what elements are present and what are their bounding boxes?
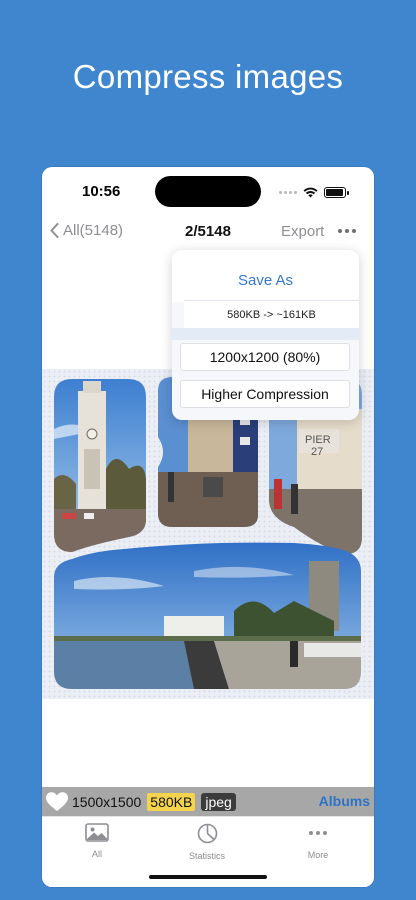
higher-compression-button[interactable]: Higher Compression <box>180 380 350 408</box>
tab-more-label: More <box>307 850 329 860</box>
battery-icon <box>324 186 349 198</box>
wifi-icon <box>303 187 318 197</box>
more-dot <box>352 229 356 233</box>
svg-text:27: 27 <box>311 446 323 458</box>
image-info-bar: 1500x1500 580KB jpeg Albums <box>42 787 374 816</box>
home-indicator <box>149 875 267 879</box>
more-menu-button[interactable] <box>338 229 356 233</box>
photo-waterfront[interactable] <box>54 541 361 689</box>
tab-all[interactable]: All <box>57 823 137 859</box>
more-dot <box>338 229 342 233</box>
tab-all-label: All <box>91 849 102 859</box>
signal-icon <box>279 190 297 194</box>
photo-clock-tower[interactable] <box>54 379 146 552</box>
back-label: All(5148) <box>63 222 124 239</box>
save-as-button[interactable]: Save As <box>172 250 359 302</box>
menu-divider <box>172 328 359 340</box>
dynamic-island <box>155 176 261 207</box>
format-badge: jpeg <box>201 792 236 811</box>
resolution-option-button[interactable]: 1200x1200 (80%) <box>180 343 350 371</box>
status-icons <box>279 185 349 199</box>
size-change-label: 580KB -> ~161KB <box>184 300 359 328</box>
status-time: 10:56 <box>82 183 121 200</box>
more-dots-icon <box>309 831 327 835</box>
heart-icon[interactable] <box>46 791 68 812</box>
chevron-left-icon <box>50 223 59 238</box>
albums-button[interactable]: Albums <box>319 793 370 809</box>
export-button[interactable]: Export <box>281 223 324 240</box>
image-dimensions: 1500x1500 <box>72 793 142 810</box>
file-size-badge: 580KB <box>147 792 196 811</box>
tab-statistics-label: Statistics <box>188 851 225 861</box>
photo-icon <box>85 823 109 842</box>
pie-chart-icon <box>197 823 217 844</box>
back-button[interactable]: All(5148) <box>50 222 123 239</box>
tab-statistics[interactable]: Statistics <box>167 823 247 861</box>
more-dot <box>345 229 349 233</box>
phone-screen: 10:56 All(5148) 2/5148 Export PIER 27 Sa… <box>42 167 374 887</box>
svg-text:PIER: PIER <box>305 434 331 446</box>
tab-more[interactable]: More <box>278 823 358 860</box>
promo-headline: Compress images <box>72 58 344 95</box>
export-menu: Save As 580KB -> ~161KB 1200x1200 (80%) … <box>172 250 359 420</box>
